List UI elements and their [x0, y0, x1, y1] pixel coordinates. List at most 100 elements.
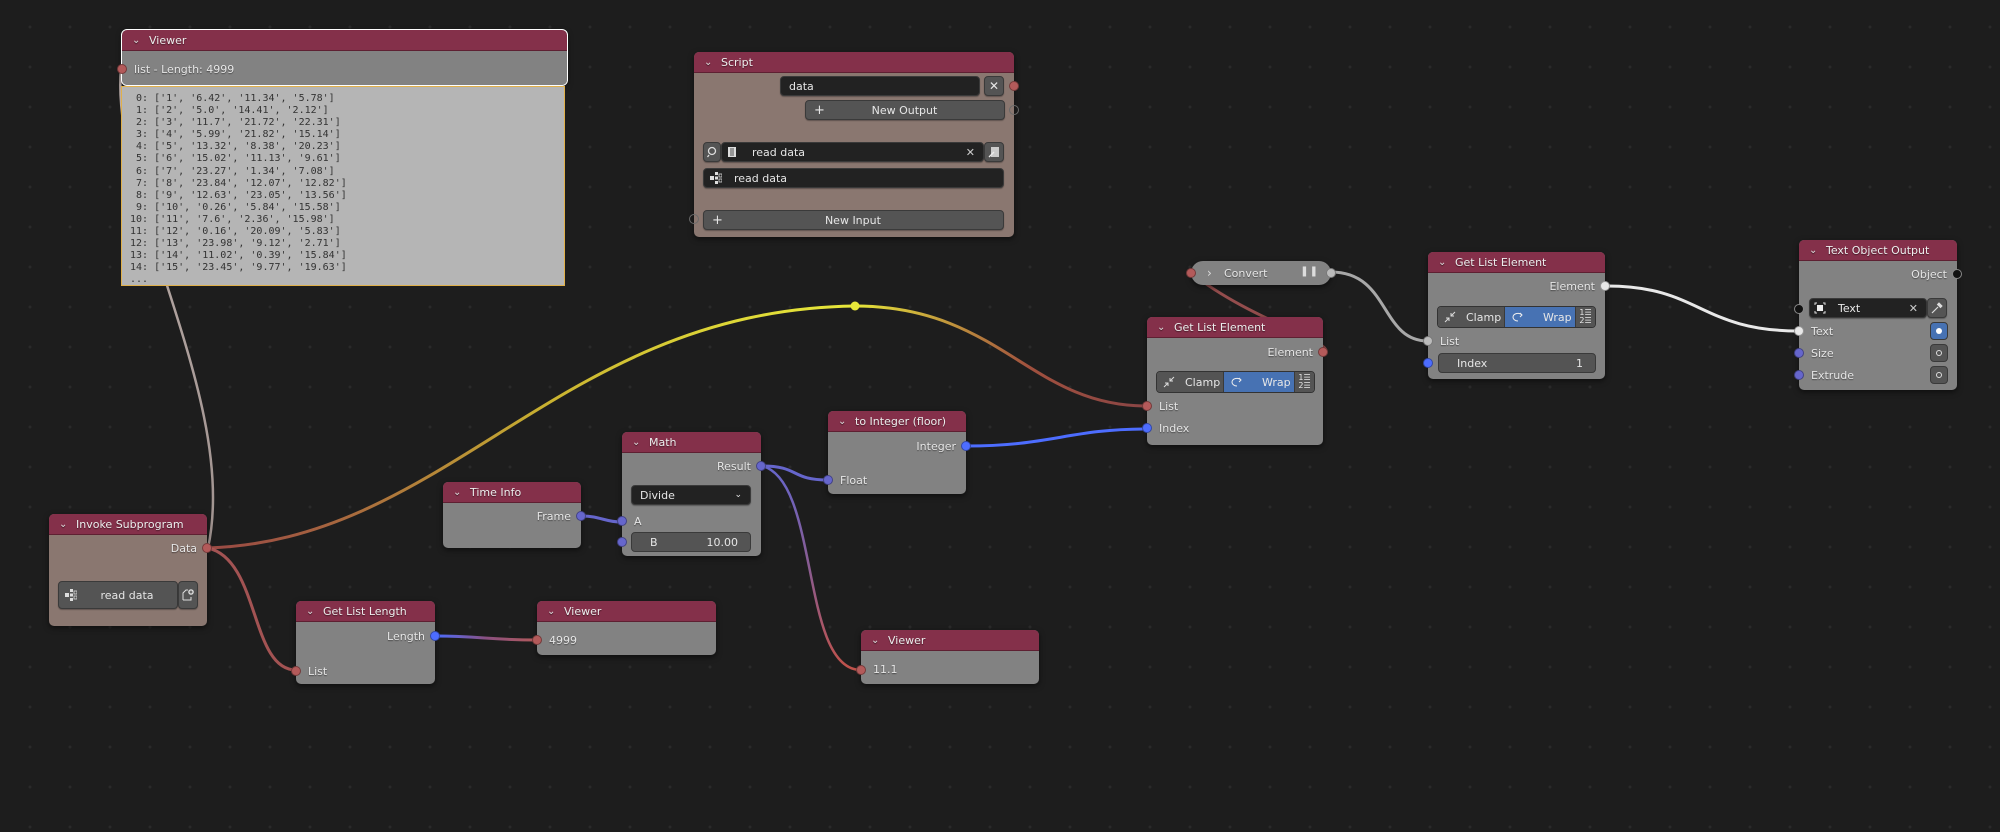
node-header[interactable]: ⌄ Invoke Subprogram: [49, 514, 207, 535]
input-socket-list[interactable]: [1142, 401, 1152, 411]
open-script-button[interactable]: [984, 142, 1004, 162]
viewer-input-row: 11.1: [861, 660, 1039, 678]
output-socket-length[interactable]: [430, 631, 440, 641]
chevron-down-icon[interactable]: ⌄: [838, 416, 849, 427]
get-list-element-node-2[interactable]: ⌄ Get List Element Element Clamp Wrap 1☰ 2…: [1423, 252, 1610, 379]
math-node[interactable]: ⌄ Math Result Divide ⌄ A B 10.00: [617, 432, 766, 556]
chevron-right-icon[interactable]: ›: [1207, 266, 1218, 280]
list-mode-option[interactable]: 1☰ 2☰: [1294, 372, 1314, 392]
link-element-to-text: [1606, 284, 1800, 333]
invoke-subprogram-node[interactable]: ⌄ Invoke Subprogram Data read data: [49, 514, 212, 626]
time-info-node[interactable]: ⌄ Time Info Frame: [443, 482, 586, 548]
viewer-list-line: 11: ['12', '0.16', '20.09', '5.83']: [130, 226, 341, 238]
output-socket-object[interactable]: [1952, 269, 1962, 279]
viewer-node-list[interactable]: ⌄ Viewer list - Length: 4999: [117, 29, 568, 86]
node-header[interactable]: ⌄ Viewer: [861, 630, 1039, 651]
text-toggle[interactable]: [1930, 322, 1948, 340]
input-socket-index[interactable]: [1142, 423, 1152, 433]
browse-script-button[interactable]: [703, 142, 721, 162]
input-socket-a[interactable]: [617, 516, 627, 526]
get-list-element-node-1[interactable]: ⌄ Get List Element Element Clamp Wrap 1☰ 2…: [1142, 317, 1328, 445]
chevron-down-icon[interactable]: ⌄: [453, 487, 464, 498]
remove-output-button[interactable]: ✕: [984, 76, 1004, 96]
input-socket-size[interactable]: [1794, 348, 1804, 358]
clear-icon[interactable]: ✕: [966, 146, 975, 159]
input-label: Float: [840, 473, 868, 487]
chevron-down-icon[interactable]: ⌄: [704, 57, 715, 68]
node-header[interactable]: ⌄ Math: [622, 432, 761, 453]
chevron-down-icon[interactable]: ⌄: [632, 437, 643, 448]
chevron-down-icon[interactable]: ⌄: [132, 35, 143, 46]
new-input-button[interactable]: + New Input: [703, 210, 1004, 230]
node-header[interactable]: ⌄ to Integer (floor): [828, 411, 966, 432]
output-name-field[interactable]: data: [780, 76, 980, 96]
object-field[interactable]: Text ✕: [1809, 298, 1927, 318]
script-name-field[interactable]: read data ✕: [721, 142, 984, 162]
chevron-down-icon[interactable]: ⌄: [1809, 245, 1820, 256]
output-socket-integer[interactable]: [961, 441, 971, 451]
output-socket-data[interactable]: [202, 543, 212, 553]
new-output-button[interactable]: + New Output: [805, 100, 1005, 120]
input-socket-list[interactable]: [291, 666, 301, 676]
input-socket[interactable]: [1186, 268, 1196, 278]
extrude-toggle[interactable]: [1930, 366, 1948, 384]
node-header[interactable]: ⌄ Get List Element: [1147, 317, 1323, 338]
chevron-down-icon[interactable]: ⌄: [59, 519, 70, 530]
text-object-output-node[interactable]: ⌄ Text Object Output Object Text ✕ Text S…: [1794, 240, 1962, 390]
chevron-down-icon[interactable]: ⌄: [306, 606, 317, 617]
viewer-node-float[interactable]: ⌄ Viewer 11.1: [856, 630, 1039, 684]
input-socket-object[interactable]: [1794, 304, 1804, 314]
input-row-index: Index: [1147, 419, 1323, 437]
chevron-down-icon[interactable]: ⌄: [1438, 257, 1449, 268]
node-header[interactable]: ⌄ Text Object Output: [1799, 240, 1957, 261]
input-socket-text[interactable]: [1794, 326, 1804, 336]
node-header[interactable]: ⌄ Time Info: [443, 482, 581, 503]
text-object-icon: [1814, 302, 1826, 314]
clamp-option[interactable]: Clamp: [1438, 307, 1505, 327]
index-field[interactable]: Index 1: [1438, 353, 1596, 373]
convert-node[interactable]: › Convert ❚❚: [1186, 261, 1336, 285]
output-socket[interactable]: [1326, 268, 1336, 278]
chevron-down-icon[interactable]: ⌄: [1157, 322, 1168, 333]
output-socket-data[interactable]: [1009, 81, 1019, 91]
clamp-label: Clamp: [1185, 375, 1221, 389]
output-socket-element[interactable]: [1318, 347, 1328, 357]
input-socket-float[interactable]: [823, 475, 833, 485]
list-mode-option[interactable]: 1☰ 2☰: [1575, 307, 1595, 327]
subprogram-field[interactable]: read data: [703, 168, 1004, 188]
input-b-field[interactable]: B 10.00: [631, 532, 751, 552]
output-socket-element[interactable]: [1600, 281, 1610, 291]
input-socket-list[interactable]: [117, 64, 127, 74]
to-integer-node[interactable]: ⌄ to Integer (floor) Integer Float: [823, 411, 971, 494]
output-socket-result[interactable]: [756, 461, 766, 471]
wrap-option[interactable]: Wrap: [1505, 307, 1575, 327]
chevron-down-icon[interactable]: ⌄: [871, 635, 882, 646]
output-socket-new[interactable]: [1009, 105, 1019, 115]
input-socket-b[interactable]: [617, 537, 627, 547]
get-list-length-node[interactable]: ⌄ Get List Length Length List: [291, 601, 440, 684]
clear-icon[interactable]: ✕: [1909, 302, 1918, 315]
node-header[interactable]: ⌄ Viewer: [122, 30, 567, 51]
viewer-list-line: 8: ['9', '12.63', '23.05', '13.56']: [130, 189, 347, 201]
clamp-option[interactable]: Clamp: [1157, 372, 1224, 392]
subprogram-selector[interactable]: read data: [58, 581, 178, 609]
input-socket-list[interactable]: [1423, 336, 1433, 346]
size-toggle[interactable]: [1930, 344, 1948, 362]
output-socket-frame[interactable]: [576, 511, 586, 521]
input-socket-index[interactable]: [1423, 358, 1433, 368]
operation-dropdown[interactable]: Divide ⌄: [631, 485, 751, 505]
chevron-down-icon[interactable]: ⌄: [547, 606, 558, 617]
node-header[interactable]: ⌄ Get List Length: [296, 601, 435, 622]
node-header[interactable]: ⌄ Script: [694, 52, 1014, 73]
eyedropper-button[interactable]: [1927, 298, 1947, 318]
node-header[interactable]: ⌄ Get List Element: [1428, 252, 1605, 273]
input-socket-new[interactable]: [689, 214, 699, 224]
wrap-option[interactable]: Wrap: [1224, 372, 1294, 392]
node-header[interactable]: ⌄ Viewer: [537, 601, 716, 622]
script-node[interactable]: ⌄ Script data ✕ + New Output read data ✕ r…: [689, 52, 1019, 237]
input-socket-value[interactable]: [532, 635, 542, 645]
viewer-node-length[interactable]: ⌄ Viewer 4999: [532, 601, 716, 655]
new-subprogram-button[interactable]: [178, 581, 198, 609]
input-socket-extrude[interactable]: [1794, 370, 1804, 380]
input-socket-value[interactable]: [856, 665, 866, 675]
